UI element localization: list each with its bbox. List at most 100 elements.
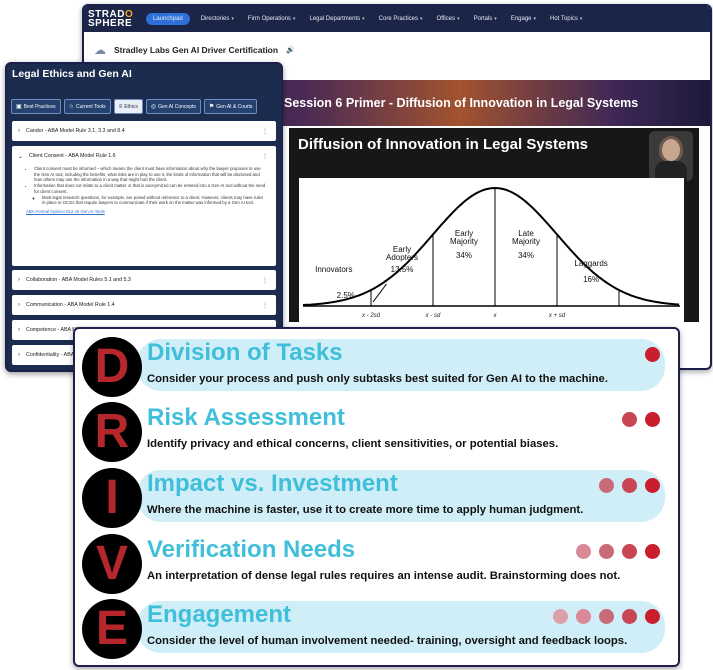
tab-best-practices[interactable]: ▣ Best Practices — [11, 99, 61, 114]
ethics-tabs: ▣ Best Practices ☆ Current Tools ≡ Ethics ◎ Gen… — [11, 99, 258, 114]
letter-badge: I — [82, 468, 142, 528]
chevron-down-icon: ▾ — [457, 16, 460, 22]
intensity-dot — [599, 478, 614, 493]
tab-icon: ◎ — [150, 104, 157, 110]
accordion-candor[interactable]: › Candor - ABA Model Rule 3.1, 3.3 and 8.… — [12, 121, 276, 141]
x-tick-label: x + sd — [548, 313, 566, 319]
tab-icon: ≡ — [118, 103, 123, 110]
drive-letter: D — [94, 340, 130, 393]
intensity-dot — [645, 609, 660, 624]
banner-title: Session 6 Primer - Diffusion of Innovati… — [284, 96, 639, 110]
tab-icon: ☆ — [68, 104, 75, 110]
ethics-title: Legal Ethics and Gen AI — [12, 68, 132, 80]
intensity-dot — [622, 609, 637, 624]
video-slide[interactable]: Diffusion of Innovation in Legal Systems… — [289, 128, 699, 322]
intensity-dot — [576, 544, 591, 559]
nav-item-hot-topics[interactable]: Hot Topics ▾ — [543, 16, 589, 22]
segment-label: Innovators — [315, 265, 352, 274]
chevron-right-icon: › — [18, 327, 20, 333]
segment-label: Adopters — [386, 253, 418, 262]
chevron-right-icon: › — [18, 277, 20, 283]
drive-row-r: R Risk Assessment Identify privacy and eth… — [75, 398, 678, 464]
legal-ethics-window: Legal Ethics and Gen AI ▣ Best Practices ☆… — [5, 62, 283, 372]
more-icon[interactable]: ⋮ — [262, 153, 268, 160]
more-icon[interactable]: ⋮ — [262, 128, 268, 135]
drive-step-title: Division of Tasks — [147, 339, 343, 366]
intensity-dot — [645, 412, 660, 427]
chevron-down-icon: ▾ — [362, 16, 365, 22]
accordion-communication[interactable]: › Communication - ABA Model Rule 1.4 ⋮ — [12, 295, 276, 315]
aba-opinion-link[interactable]: ABA Formal Opinion 512 on Gen AI Tools — [26, 209, 105, 214]
chevron-right-icon: › — [18, 302, 20, 308]
intensity-dot — [576, 609, 591, 624]
chevron-down-icon: ▾ — [231, 16, 234, 22]
drive-step-description: An interpretation of dense legal rules r… — [147, 570, 621, 582]
x-tick-label: x — [493, 313, 498, 319]
nav-item-directories[interactable]: Directories ▾ — [194, 16, 241, 22]
drive-step-title: Verification Needs — [147, 536, 356, 563]
drive-framework-card: D Division of Tasks Consider your process … — [73, 327, 680, 667]
nav-item-engage[interactable]: Engage ▾ — [504, 16, 543, 22]
nav-item-firm-operations[interactable]: Firm Operations ▾ — [241, 16, 303, 22]
top-navigation-bar: STRADO SPHERE Launchpad Directories ▾ Firm … — [84, 6, 710, 32]
innovators-pointer — [372, 283, 387, 303]
slide-title: Diffusion of Innovation in Legal Systems — [298, 136, 589, 153]
chevron-right-icon: › — [18, 352, 20, 358]
intensity-dot — [645, 347, 660, 362]
intensity-dots — [622, 412, 660, 427]
nav-menu: Launchpad Directories ▾ Firm Operations ▾ Leg… — [146, 13, 589, 25]
drive-letter: R — [94, 405, 130, 458]
nav-item-legal-departments[interactable]: Legal Departments ▾ — [302, 16, 371, 22]
chevron-down-icon: ▾ — [494, 16, 497, 22]
intensity-dot — [622, 412, 637, 427]
more-icon[interactable]: ⋮ — [262, 302, 268, 309]
tab-gen-ai-concepts[interactable]: ◎ Gen AI Concepts — [145, 99, 201, 114]
presenter-video — [649, 131, 693, 181]
chevron-right-icon: › — [18, 128, 20, 134]
segment-label: Laggards — [574, 259, 607, 268]
drive-step-description: Where the machine is faster, use it to c… — [147, 504, 584, 516]
chevron-down-icon: ▾ — [292, 16, 296, 22]
intensity-dots — [645, 347, 660, 362]
speaker-icon[interactable]: 🔊 — [286, 46, 295, 54]
tab-gen-ai-courts[interactable]: ⚑ Gen AI & Courts — [203, 99, 258, 114]
intensity-dot — [553, 609, 568, 624]
chevron-down-icon: ⌄ — [18, 153, 24, 160]
accordion-client-consent[interactable]: ⌄Client Consent - ABA Model Rule 1.6⋮ Cl… — [12, 146, 276, 266]
drive-step-description: Consider your process and push only subt… — [147, 373, 608, 385]
stradley-sphere-logo[interactable]: STRADO SPHERE — [88, 10, 146, 29]
segment-label: Majority — [512, 237, 540, 246]
chevron-down-icon: ▾ — [579, 16, 583, 22]
x-tick-label: x - sd — [425, 313, 441, 319]
drive-step-title: Engagement — [147, 601, 292, 628]
tab-icon: ⚑ — [208, 104, 215, 110]
drive-letter: E — [95, 602, 128, 655]
nav-item-portals[interactable]: Portals ▾ — [467, 16, 504, 22]
drive-step-description: Identify privacy and ethical concerns, c… — [147, 438, 559, 450]
tab-icon: ▣ — [16, 104, 22, 110]
segment-label: Majority — [450, 237, 478, 246]
intensity-dot — [599, 609, 614, 624]
drive-letter: V — [95, 537, 128, 590]
segment-percent: 34% — [456, 251, 472, 260]
diffusion-chart: Innovators 2.5% Early Adopters 13.5% Early Maj… — [299, 178, 684, 322]
accordion-collaboration[interactable]: › Collaboration - ABA Model Rules 5.1 and… — [12, 270, 276, 290]
drive-row-e: E Engagement Consider the level of human i… — [75, 595, 678, 661]
nav-item-offices[interactable]: Offices ▾ — [430, 16, 467, 22]
nav-item-launchpad[interactable]: Launchpad — [146, 13, 190, 25]
drive-letter: I — [105, 471, 119, 524]
tab-current-tools[interactable]: ☆ Current Tools — [63, 99, 111, 114]
segment-percent: 13.5% — [391, 265, 414, 274]
intensity-dots — [576, 544, 660, 559]
drive-row-d: D Division of Tasks Consider your process … — [75, 333, 678, 399]
more-icon[interactable]: ⋮ — [262, 277, 268, 284]
intensity-dots — [599, 478, 660, 493]
cloud-icon: ☁ — [94, 43, 106, 57]
client-consent-body: Client consent must be informed – which … — [12, 166, 276, 221]
intensity-dot — [645, 478, 660, 493]
nav-item-core-practices[interactable]: Core Practices ▾ — [372, 16, 430, 22]
chevron-down-icon: ▾ — [420, 16, 423, 22]
drive-step-title: Risk Assessment — [147, 404, 345, 431]
tab-ethics[interactable]: ≡ Ethics — [113, 99, 143, 114]
x-tick-label: x - 2sd — [361, 313, 381, 319]
